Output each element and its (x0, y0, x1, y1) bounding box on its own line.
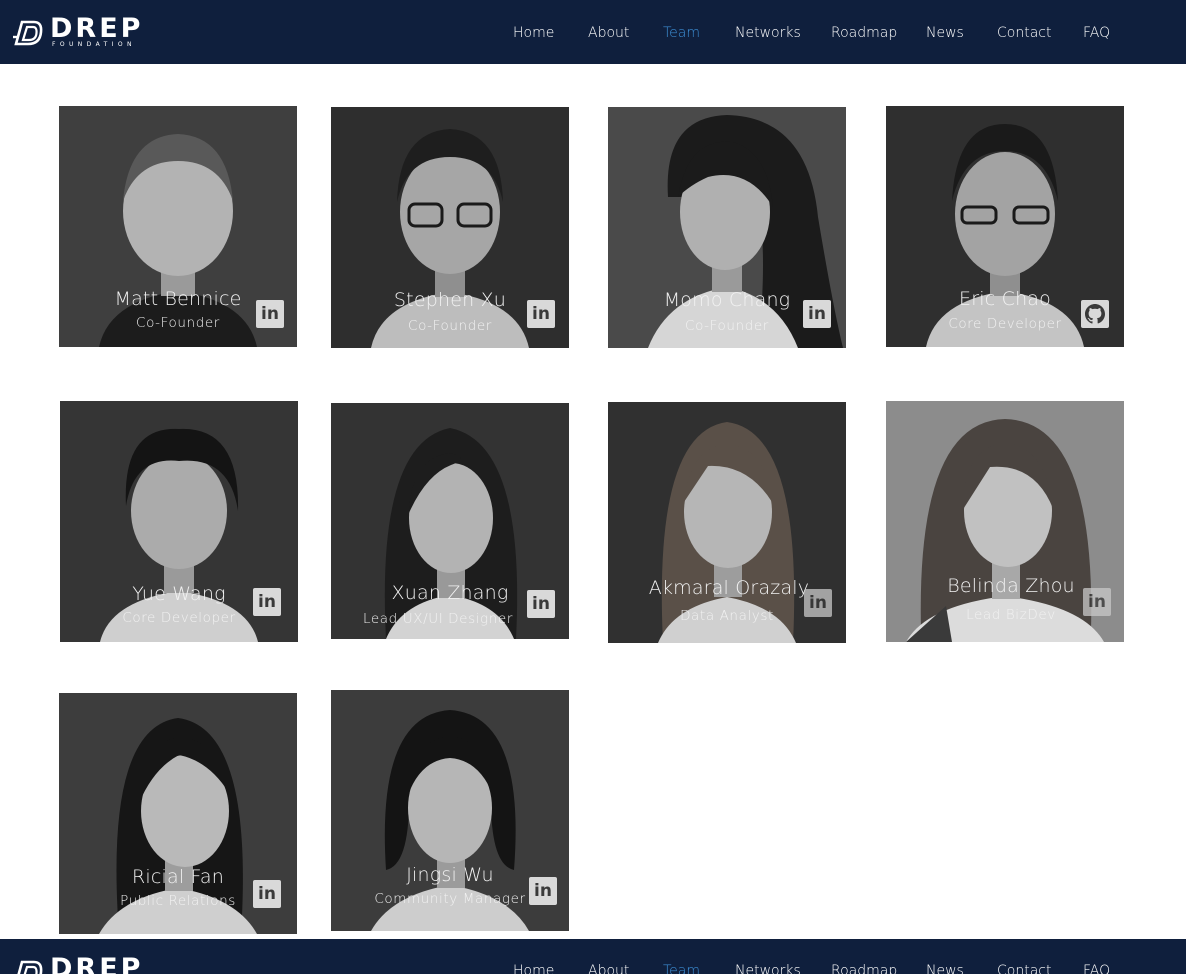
nav-roadmap[interactable]: Roadmap (831, 963, 897, 974)
nav-team[interactable]: Team (663, 25, 700, 41)
nav-news[interactable]: News (926, 963, 964, 974)
nav-news[interactable]: News (926, 25, 964, 41)
team-card-belinda-zhou: Belinda Zhou Lead BizDev in (886, 401, 1124, 642)
team-card-eric-chao: Eric Chao Core Developer (886, 106, 1124, 347)
nav-networks[interactable]: Networks (735, 25, 801, 41)
nav-faq[interactable]: FAQ (1083, 963, 1110, 974)
footer-menu: Home About Team Networks Roadmap News Co… (0, 939, 1186, 974)
main-menu: Home About Team Networks Roadmap News Co… (0, 0, 1186, 64)
team-card-jingsi-wu: Jingsi Wu Community Manager in (331, 690, 569, 931)
linkedin-icon[interactable]: in (253, 588, 281, 616)
bottom-navbar: DREP FOUNDATION Home About Team Networks… (0, 939, 1186, 974)
top-navbar: DREP FOUNDATION Home About Team Networks… (0, 0, 1186, 64)
github-glyph (1085, 304, 1105, 324)
nav-home[interactable]: Home (513, 25, 554, 41)
nav-about[interactable]: About (588, 963, 629, 974)
nav-roadmap[interactable]: Roadmap (831, 25, 897, 41)
team-card-akmaral-orazaly: Akmaral Orazaly Data Analyst in (608, 402, 846, 643)
nav-contact[interactable]: Contact (997, 963, 1051, 974)
team-card-yue-wang: Yue Wang Core Developer in (60, 401, 298, 642)
linkedin-icon[interactable]: in (1083, 588, 1111, 616)
linkedin-icon[interactable]: in (803, 300, 831, 328)
team-card-stephen-xu: Stephen Xu Co-Founder in (331, 107, 569, 348)
member-role: Lead UX/UI Designer (363, 611, 513, 627)
team-card-ricial-fan: Ricial Fan Public Relations in (59, 693, 297, 934)
linkedin-icon[interactable]: in (253, 880, 281, 908)
nav-home[interactable]: Home (513, 963, 554, 974)
linkedin-icon[interactable]: in (527, 590, 555, 618)
linkedin-icon[interactable]: in (527, 300, 555, 328)
linkedin-icon[interactable]: in (804, 589, 832, 617)
nav-contact[interactable]: Contact (997, 25, 1051, 41)
linkedin-icon[interactable]: in (529, 877, 557, 905)
linkedin-icon[interactable]: in (256, 300, 284, 328)
nav-team[interactable]: Team (663, 963, 700, 974)
team-card-momo-chang: Momo Chang Co-Founder in (608, 107, 846, 348)
nav-networks[interactable]: Networks (735, 963, 801, 974)
github-icon[interactable] (1081, 300, 1109, 328)
nav-faq[interactable]: FAQ (1083, 25, 1110, 41)
team-card-matt-bennice: Matt Bennice Co-Founder in (59, 106, 297, 347)
team-card-xuan-zhang: Xuan Zhang Lead UX/UI Designer in (331, 403, 569, 639)
nav-about[interactable]: About (588, 25, 629, 41)
